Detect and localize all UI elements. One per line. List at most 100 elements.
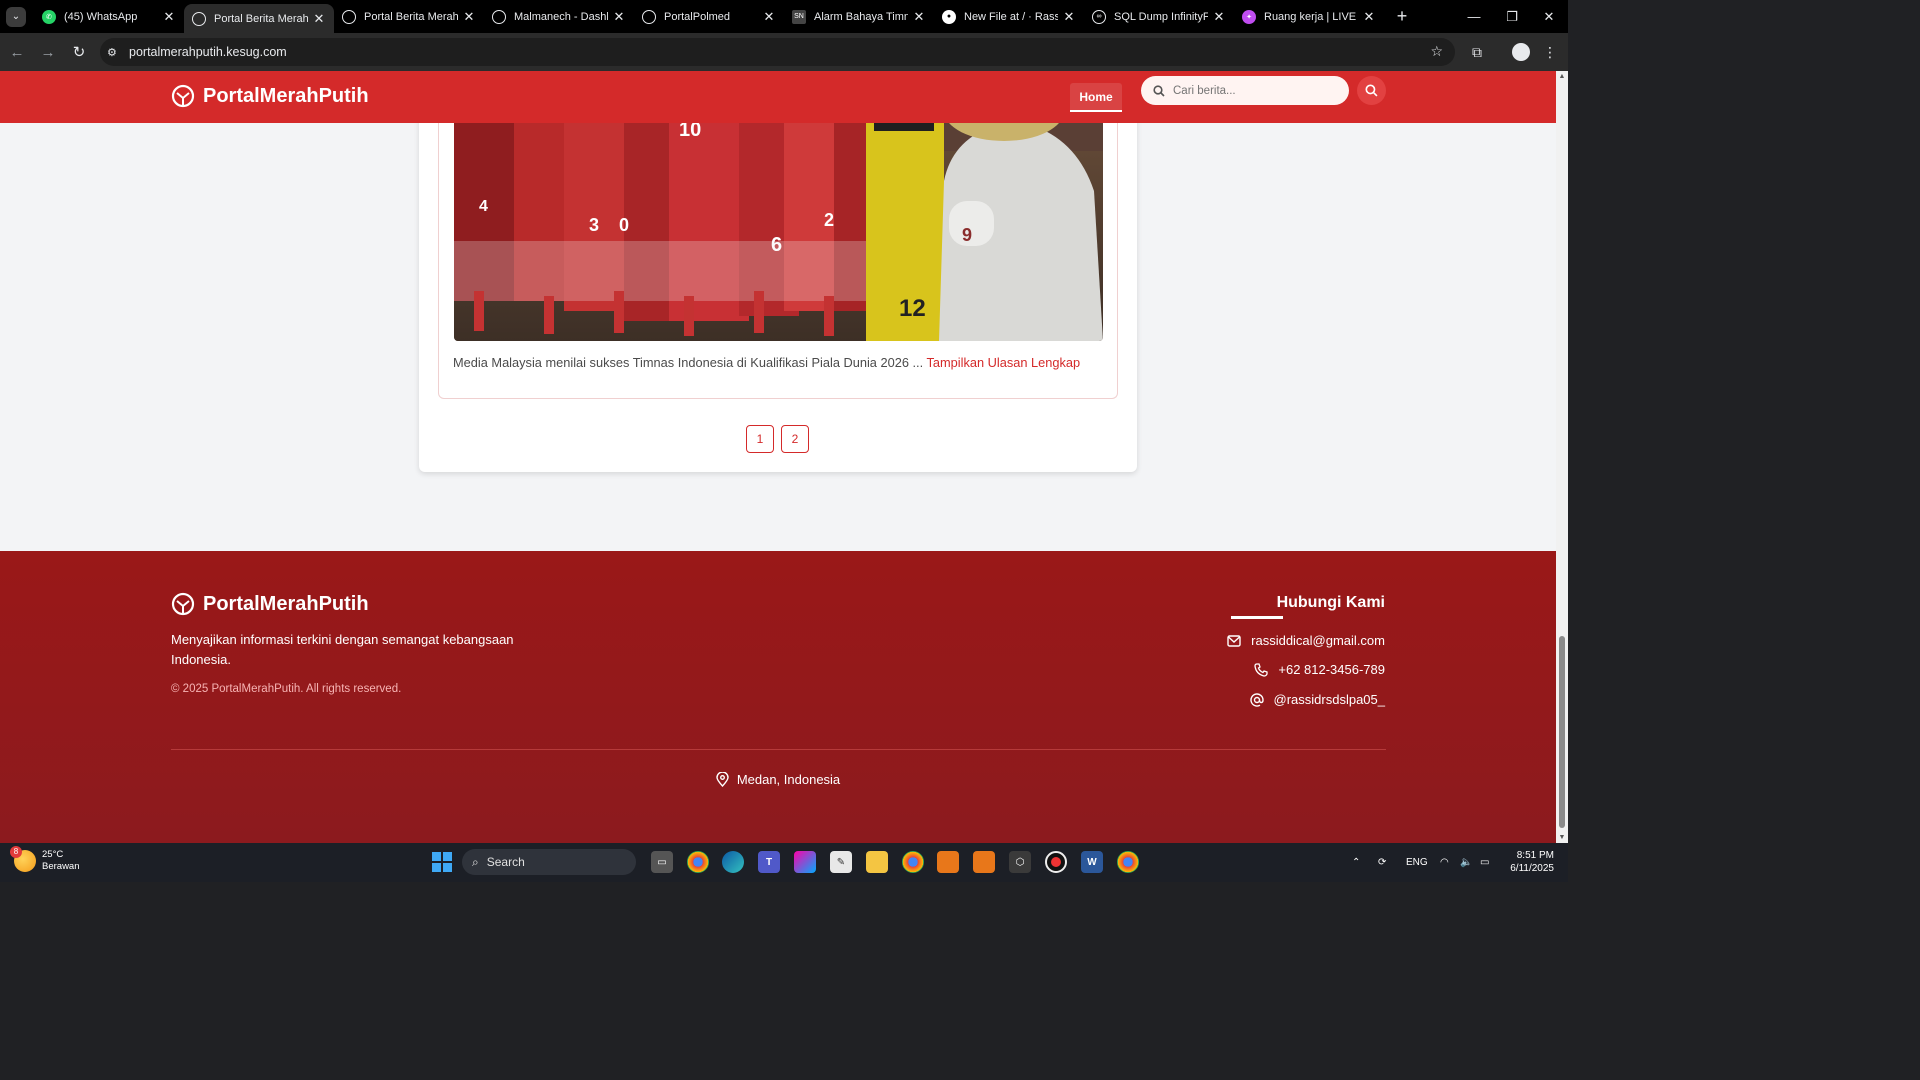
tab-alarm[interactable]: SN Alarm Bahaya Timna ✕ (784, 0, 934, 33)
search-icon (1153, 84, 1165, 97)
taskbar-search-label: Search (486, 855, 525, 869)
editor-app-icon[interactable]: ✎ (830, 851, 852, 873)
news-photo[interactable]: 10 3 0 6 2 4 12 9 (454, 91, 1103, 341)
fl-studio-icon[interactable] (937, 851, 959, 873)
footer-copyright: © 2025 PortalMerahPutih. All rights rese… (171, 683, 402, 695)
recorder-icon[interactable] (1045, 851, 1067, 873)
nav-home-link[interactable]: Home (1070, 83, 1122, 112)
close-icon[interactable]: ✕ (312, 11, 326, 27)
page-2-button[interactable]: 2 (781, 425, 809, 453)
news-card: 10 3 0 6 2 4 12 9 Media Malaysia menilai… (438, 91, 1118, 399)
weather-widget[interactable]: 8 25°C Berawan (10, 846, 80, 873)
volume-icon[interactable]: 🔈 (1460, 843, 1472, 882)
back-icon[interactable]: ← (3, 38, 31, 66)
url-text[interactable]: portalmerahputih.kesug.com (129, 45, 287, 59)
tab-portal-active[interactable]: Portal Berita Merah P ✕ (184, 4, 334, 33)
tab-ruangkerja[interactable]: ✦ Ruang kerja | LIVE Ba ✕ (1234, 0, 1384, 33)
globe-icon (342, 9, 356, 24)
taskbar: 8 25°C Berawan ⌕ Search ▭ T ✎ ⬡ W ⌃ ⟳ EN… (0, 843, 1568, 882)
site-header: PortalMerahPutih Home (0, 71, 1556, 123)
location-pin-icon (716, 772, 729, 787)
footer-divider (171, 749, 1386, 750)
close-icon[interactable]: ✕ (912, 9, 926, 25)
close-icon[interactable]: ✕ (1362, 9, 1376, 25)
search-input[interactable] (1173, 84, 1333, 97)
scroll-up-icon[interactable]: ▲ (1558, 73, 1566, 80)
contact-social[interactable]: @rassidrsdslpa05_ (1249, 692, 1385, 707)
teams-icon[interactable]: T (758, 851, 780, 873)
footer-tagline: Menyajikan informasi terkini dengan sema… (171, 632, 514, 667)
weather-temp: 25°C (42, 849, 64, 860)
footer-logo[interactable]: PortalMerahPutih (171, 592, 369, 616)
tab-whatsapp[interactable]: ✆ (45) WhatsApp ✕ (34, 0, 184, 33)
github-icon: ● (942, 9, 956, 24)
scroll-down-icon[interactable]: ▼ (1558, 834, 1566, 841)
minimize-icon[interactable]: — (1455, 0, 1493, 33)
page-scrollbar[interactable]: ▲ ▼ (1556, 71, 1568, 843)
battery-icon[interactable]: ▭ (1480, 843, 1489, 882)
excerpt-text: Media Malaysia menilai sukses Timnas Ind… (453, 355, 924, 370)
new-tab-button[interactable]: + (1388, 3, 1416, 31)
svg-text:3: 3 (589, 215, 599, 235)
close-icon[interactable]: ✕ (1212, 9, 1226, 25)
tab-portal-2[interactable]: Portal Berita Merah P ✕ (334, 0, 484, 33)
chrome-profile-icon[interactable] (1117, 851, 1139, 873)
close-icon[interactable]: ✕ (612, 9, 626, 25)
forward-icon[interactable]: → (34, 38, 62, 66)
tab-malmanech[interactable]: Malmanech - Dashbo ✕ (484, 0, 634, 33)
menu-icon[interactable]: ⋮ (1536, 38, 1564, 66)
tab-strip: ⌄ ✆ (45) WhatsApp ✕ Portal Berita Merah … (0, 0, 1568, 33)
taskbar-search[interactable]: ⌕ Search (462, 849, 636, 875)
close-icon[interactable]: ✕ (462, 9, 476, 25)
edge-icon[interactable] (722, 851, 744, 873)
address-bar[interactable]: ⚙ portalmerahputih.kesug.com ☆ (100, 38, 1455, 66)
read-more-link[interactable]: Tampilkan Ulasan Lengkap (927, 355, 1081, 370)
globe-icon (642, 9, 656, 24)
window-close-icon[interactable]: ✕ (1530, 0, 1568, 33)
search-button[interactable] (1357, 76, 1386, 105)
profile-avatar[interactable] (1512, 43, 1530, 61)
wifi-icon[interactable]: ◠ (1440, 843, 1449, 882)
page-1-button[interactable]: 1 (746, 425, 774, 453)
word-icon[interactable]: W (1081, 851, 1103, 873)
tab-portalpolmed[interactable]: PortalPolmed ✕ (634, 0, 784, 33)
close-icon[interactable]: ✕ (762, 9, 776, 25)
sync-icon[interactable]: ⟳ (1378, 843, 1386, 882)
close-icon[interactable]: ✕ (162, 9, 176, 25)
logo-icon (171, 592, 195, 616)
site-footer: PortalMerahPutih Menyajikan informasi te… (0, 551, 1556, 843)
task-view-icon[interactable]: ▭ (651, 851, 673, 873)
restore-icon[interactable]: ❐ (1493, 0, 1531, 33)
clock-time: 8:51 PM (1516, 850, 1554, 861)
contact-phone-text: +62 812-3456-789 (1278, 662, 1385, 677)
globe-icon (492, 9, 506, 24)
site-logo[interactable]: PortalMerahPutih (171, 84, 369, 108)
extensions-icon[interactable]: ⧉ (1463, 38, 1491, 66)
bookmark-star-icon[interactable]: ☆ (1430, 43, 1443, 60)
language-indicator[interactable]: ENG (1406, 843, 1428, 882)
tab-search-button[interactable]: ⌄ (6, 6, 26, 27)
site-info-icon[interactable]: ⚙ (107, 46, 121, 59)
reload-icon[interactable]: ↻ (65, 38, 93, 66)
fl-studio-2-icon[interactable] (973, 851, 995, 873)
tab-sqldump[interactable]: ∞ SQL Dump InfinityFre ✕ (1084, 0, 1234, 33)
close-icon[interactable]: ✕ (1062, 9, 1076, 25)
copilot-icon[interactable] (794, 851, 816, 873)
contact-email[interactable]: rassiddical@gmail.com (1227, 633, 1385, 648)
scrollbar-thumb[interactable] (1559, 636, 1565, 828)
file-explorer-icon[interactable] (866, 851, 888, 873)
contact-phone[interactable]: +62 812-3456-789 (1254, 662, 1385, 677)
tab-title: PortalPolmed (664, 10, 731, 23)
search-box[interactable] (1141, 76, 1349, 105)
app-hexagon-icon[interactable]: ⬡ (1009, 851, 1031, 873)
contact-heading: Hubungi Kami (1276, 594, 1385, 611)
pagination: 1 2 (746, 425, 809, 453)
system-clock[interactable]: 8:51 PM 6/11/2025 (1510, 849, 1554, 875)
svg-text:9: 9 (962, 225, 972, 245)
news-excerpt: Media Malaysia menilai sukses Timnas Ind… (453, 355, 1080, 370)
windows-start-icon[interactable] (431, 851, 453, 873)
chrome-active-icon[interactable] (902, 851, 924, 873)
tray-overflow-icon[interactable]: ⌃ (1352, 843, 1360, 882)
tab-github[interactable]: ● New File at / · Rassid ✕ (934, 0, 1084, 33)
chrome-icon[interactable] (687, 851, 709, 873)
